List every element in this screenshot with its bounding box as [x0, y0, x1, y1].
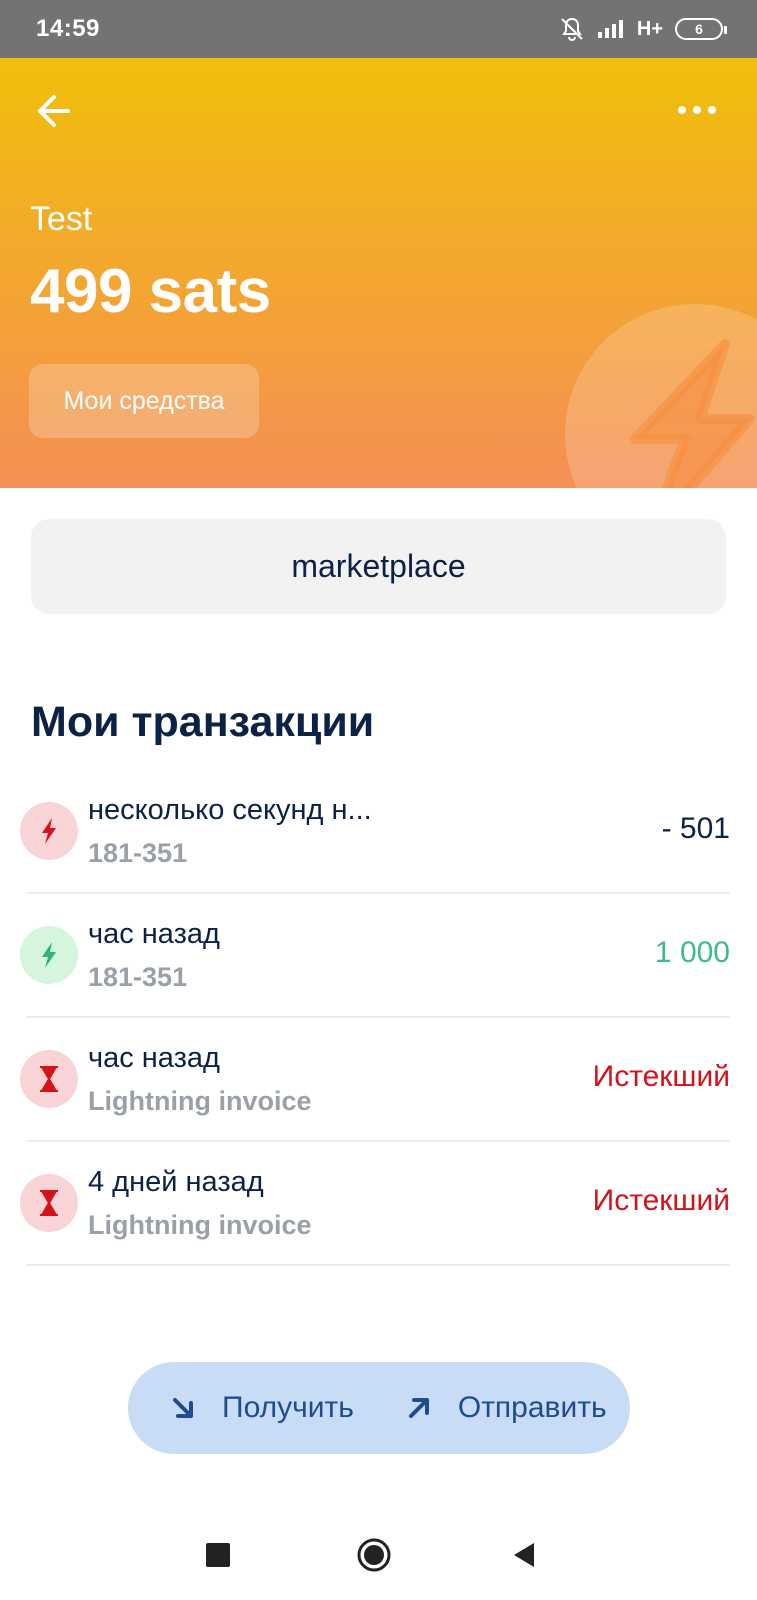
wallet-balance: 499 sats	[30, 257, 271, 326]
transaction-amount: 1 000	[654, 936, 730, 969]
battery-icon: 6	[675, 18, 727, 40]
transaction-subtitle: Lightning invoice	[88, 1210, 312, 1240]
wallet-header: Test 499 sats Мои средства	[0, 58, 757, 488]
send-button[interactable]: Отправить	[354, 1362, 607, 1454]
transaction-subtitle: 181-351	[88, 962, 188, 992]
lightning-icon	[20, 926, 78, 984]
transaction-row[interactable]: час назад Lightning invoice Истекший	[20, 1018, 730, 1142]
send-label: Отправить	[457, 1391, 607, 1424]
network-type: H+	[636, 17, 663, 40]
transaction-row[interactable]: час назад 181-351 1 000	[20, 894, 730, 1018]
transaction-subtitle: Lightning invoice	[88, 1086, 312, 1116]
my-funds-button[interactable]: Мои средства	[29, 364, 259, 438]
transaction-row[interactable]: 4 дней назад Lightning invoice Истекший	[20, 1142, 730, 1266]
recent-apps-icon[interactable]	[205, 1542, 231, 1568]
transactions-title: Мои транзакции	[31, 698, 375, 746]
transaction-subtitle: 181-351	[88, 838, 188, 868]
lightning-decoration-icon	[565, 304, 757, 488]
arrow-up-right-icon	[408, 1398, 429, 1418]
lightning-icon	[20, 802, 78, 860]
receive-label: Получить	[222, 1391, 354, 1424]
transaction-status: Истекший	[592, 1184, 730, 1217]
status-bar: 14:59 H+ 6	[0, 0, 757, 58]
more-options-icon[interactable]	[677, 100, 717, 120]
transactions-list: несколько секунд н... 181-351 - 501 час …	[0, 770, 757, 1266]
battery-level: 6	[695, 21, 703, 37]
status-time: 14:59	[36, 15, 100, 42]
transaction-time: несколько секунд н...	[88, 794, 372, 826]
transaction-amount: - 501	[661, 812, 730, 845]
hourglass-icon	[20, 1174, 78, 1232]
back-nav-icon[interactable]	[512, 1542, 536, 1568]
wallet-name: Test	[30, 200, 93, 238]
signal-icon	[597, 20, 623, 38]
back-arrow-icon[interactable]	[34, 91, 74, 131]
bell-muted-icon	[561, 17, 583, 42]
hourglass-icon	[20, 1050, 78, 1108]
status-icons: H+ 6	[559, 16, 727, 42]
transaction-status: Истекший	[592, 1060, 730, 1093]
transaction-time: час назад	[88, 1042, 220, 1074]
marketplace-button[interactable]: marketplace	[31, 519, 726, 614]
home-icon[interactable]	[356, 1537, 392, 1573]
action-bar: Получить Отправить	[128, 1362, 630, 1454]
transaction-time: час назад	[88, 918, 220, 950]
transaction-row[interactable]: несколько секунд н... 181-351 - 501	[20, 770, 730, 894]
receive-button[interactable]: Получить	[128, 1362, 354, 1454]
arrow-down-right-icon	[173, 1398, 193, 1418]
transaction-time: 4 дней назад	[88, 1166, 264, 1198]
system-nav-bar	[0, 1510, 757, 1600]
